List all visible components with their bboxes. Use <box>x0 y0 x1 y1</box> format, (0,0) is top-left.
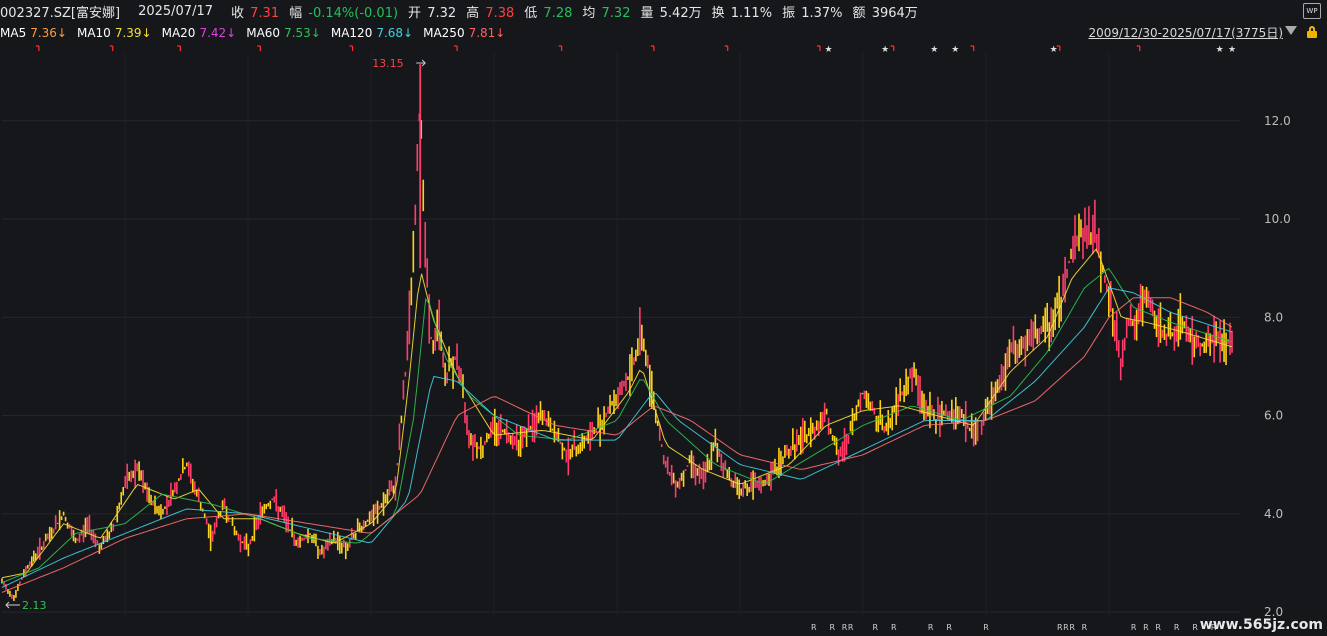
turnover-field: 换 1.11% <box>711 5 773 21</box>
event-flag-icon <box>724 45 729 51</box>
r-marker-icon: R <box>928 623 934 632</box>
avg-field: 均 7.32 <box>582 5 631 21</box>
star-icon: ★ <box>881 45 889 55</box>
event-flag-icon <box>109 45 114 51</box>
event-flag-icon <box>816 45 821 51</box>
r-marker-icon: R <box>946 623 952 632</box>
event-flag-icon <box>35 45 40 51</box>
max-label: 13.15 <box>372 57 404 70</box>
high-field: 高 7.38 <box>466 5 515 21</box>
watermark: www.565jz.com <box>1199 617 1323 633</box>
event-flag-icon <box>257 45 261 51</box>
price-chart[interactable]: 12.010.08.06.04.02.013.152.13★ ★ ★ ★ ★ ★ ★R R R R… <box>0 42 1327 636</box>
r-marker-icon: R <box>1143 623 1149 632</box>
r-marker-icon: R <box>842 623 848 632</box>
ma-legend-ma20: MA20 7.42↓ <box>161 25 237 40</box>
event-flag-icon <box>177 45 181 51</box>
quote-date: 2025/07/17 <box>138 3 213 19</box>
wp-icon[interactable]: WP <box>1303 3 1321 19</box>
star-icon: ★ <box>1228 45 1236 55</box>
min-arrow-icon <box>5 601 20 609</box>
r-marker-icon: R <box>1057 623 1063 632</box>
min-label: 2.13 <box>22 599 47 612</box>
low-field: 低 7.28 <box>524 5 573 21</box>
star-icon: ★ <box>930 45 938 55</box>
r-marker-icon: R <box>811 623 817 632</box>
ma-legend-ma60: MA60 7.53↓ <box>246 25 321 40</box>
lock-icon[interactable] <box>1307 26 1317 38</box>
r-marker-icon: R <box>1069 623 1075 632</box>
y-tick-label: 6.0 <box>1264 409 1283 423</box>
r-marker-icon: R <box>891 623 897 632</box>
event-flag-icon <box>558 45 563 51</box>
ma-legend-ma5: MA5 7.36↓ <box>0 25 67 40</box>
r-marker-icon: R <box>1174 623 1180 632</box>
quote-bar: 002327.SZ[富安娜] 2025/07/17 收 7.31 幅 -0.14… <box>0 0 1327 22</box>
star-icon: ★ <box>1050 45 1058 55</box>
r-marker-icon: R <box>1063 623 1069 632</box>
r-marker-icon: R <box>848 623 854 632</box>
r-marker-icon: R <box>983 623 989 632</box>
event-flag-icon <box>650 45 655 51</box>
dropdown-arrow-icon[interactable] <box>1285 26 1297 35</box>
r-marker-icon: R <box>1082 623 1088 632</box>
stock-code[interactable]: 002327.SZ[富安娜] <box>0 2 120 21</box>
y-tick-label: 4.0 <box>1264 507 1283 521</box>
r-marker-icon: R <box>1131 623 1137 632</box>
y-tick-label: 8.0 <box>1264 310 1283 324</box>
r-marker-icon: R <box>829 623 835 632</box>
r-marker-icon: R <box>1155 623 1161 632</box>
ma-legend-ma250: MA250 7.81↓ <box>423 25 506 40</box>
r-marker-icon: R <box>1192 623 1198 632</box>
ma-legend-ma10: MA10 7.39↓ <box>76 25 152 40</box>
ma-legend-ma120: MA120 7.68↓ <box>330 25 414 40</box>
amount-field: 额 3964万 <box>852 5 918 21</box>
close-field: 收 7.31 <box>231 5 280 21</box>
r-marker-icon: R <box>873 623 879 632</box>
star-icon: ★ <box>825 45 833 55</box>
star-icon: ★ <box>951 45 959 55</box>
volume-field: 量 5.42万 <box>640 5 702 21</box>
event-flag-icon <box>349 45 354 51</box>
event-flag-icon <box>1136 45 1141 51</box>
star-icon: ★ <box>1216 45 1224 55</box>
y-tick-label: 10.0 <box>1264 212 1291 226</box>
event-flag-icon <box>970 45 975 51</box>
open-field: 开 7.32 <box>408 5 457 21</box>
event-flag-icon <box>890 45 895 51</box>
change-field: 幅 -0.14%(-0.01) <box>289 5 399 21</box>
event-flag-icon <box>454 45 458 51</box>
date-range[interactable]: 2009/12/30-2025/07/17(3775日) <box>1088 24 1283 41</box>
amplitude-field: 振 1.37% <box>782 5 843 21</box>
y-tick-label: 12.0 <box>1264 114 1291 128</box>
